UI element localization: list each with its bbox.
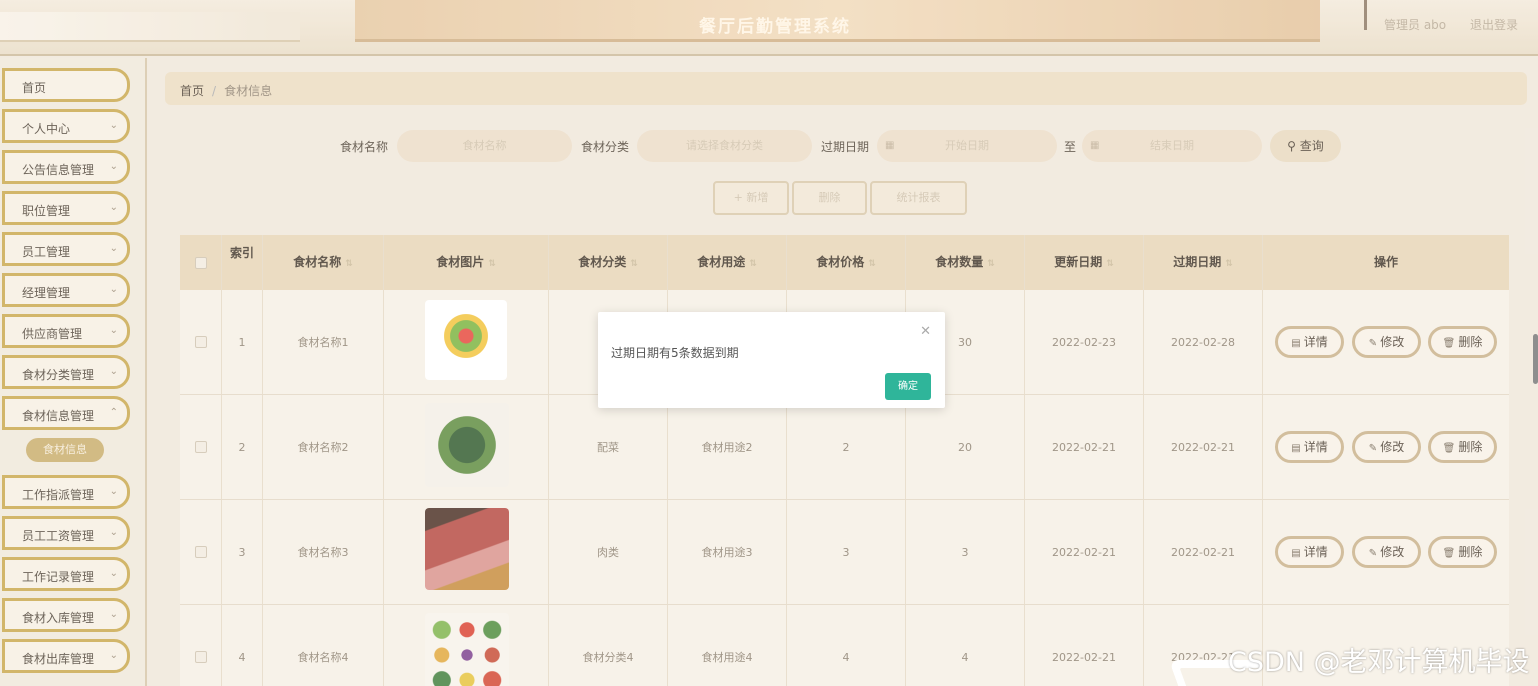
dialog-message: 过期日期有5条数据到期 [611,346,739,360]
watermark-text: CSDN @老邓计算机毕设 [1228,647,1530,678]
close-icon[interactable]: ✕ [920,324,931,339]
page-scrollbar[interactable] [1533,334,1538,384]
expiry-alert-dialog: 过期日期有5条数据到期 ✕ 确定 [598,312,945,408]
dialog-ok-button[interactable]: 确定 [885,373,931,400]
